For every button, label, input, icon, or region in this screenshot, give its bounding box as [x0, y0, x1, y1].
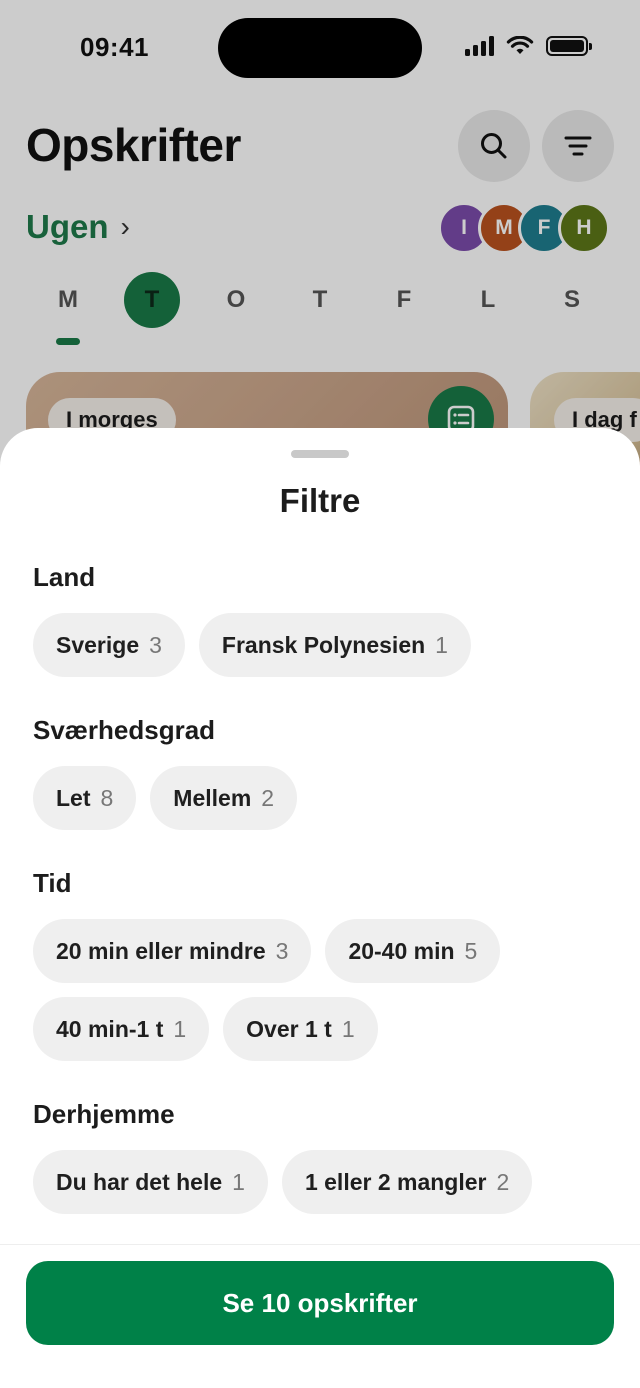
chip-label: Fransk Polynesien — [221, 631, 426, 658]
sheet-title: Filtre — [279, 482, 361, 519]
chip-label: 40 min-1 t — [56, 1015, 164, 1042]
chip-count: 1 — [232, 1168, 245, 1195]
section-title-time: Tid — [33, 868, 72, 898]
chip-label: Over 1 t — [246, 1015, 332, 1042]
section-title-land: Land — [33, 562, 96, 592]
chip-label: Mellem — [173, 784, 252, 811]
sheet-grabber[interactable] — [291, 450, 349, 458]
show-recipes-button[interactable]: Se 10 opskrifter — [26, 1261, 614, 1345]
chip-group-time: 20 min eller mindre 3 20-40 min 5 40 min… — [33, 919, 607, 1061]
filter-chip[interactable]: Over 1 t 1 — [223, 997, 378, 1061]
chip-count: 2 — [261, 784, 275, 811]
chip-count: 2 — [496, 1168, 510, 1195]
chip-label: 1 eller 2 mangler — [304, 1168, 487, 1195]
footer-divider — [0, 1244, 640, 1245]
chip-group-land: Sverige 3 Fransk Polynesien 1 — [33, 613, 607, 677]
chip-count: 3 — [149, 631, 162, 658]
section-title-difficulty: Sværhedsgrad — [33, 715, 216, 745]
filter-chip[interactable]: 20 min eller mindre 3 — [33, 919, 312, 983]
filter-chip[interactable]: Fransk Polynesien 1 — [198, 613, 471, 677]
filter-chip[interactable]: 20-40 min 5 — [325, 919, 501, 983]
chip-label: 20-40 min — [348, 937, 455, 964]
chip-count: 1 — [341, 1015, 355, 1042]
filter-chip[interactable]: 1 eller 2 mangler 2 — [281, 1150, 533, 1214]
chip-count: 3 — [275, 937, 289, 964]
chip-count: 5 — [464, 937, 478, 964]
chip-label: Let — [56, 784, 91, 811]
filter-chip[interactable]: Let 8 — [33, 766, 137, 830]
filter-chip[interactable]: 40 min-1 t 1 — [33, 997, 210, 1061]
chip-label: 20 min eller mindre — [56, 937, 266, 964]
section-title-at-home: Derhjemme — [33, 1099, 175, 1129]
chip-group-at-home: Du har det hele 1 1 eller 2 mangler 2 — [33, 1150, 607, 1214]
filter-chip[interactable]: Du har det hele 1 — [33, 1150, 268, 1214]
chip-count: 8 — [100, 784, 114, 811]
chip-label: Du har det hele — [56, 1168, 223, 1195]
filter-chip[interactable]: Sverige 3 — [33, 613, 185, 677]
chip-count: 1 — [435, 631, 448, 658]
filter-chip[interactable]: Mellem 2 — [150, 766, 298, 830]
chip-count: 1 — [173, 1015, 187, 1042]
chip-label: Sverige — [56, 631, 140, 658]
chip-group-difficulty: Let 8 Mellem 2 — [33, 766, 607, 830]
filter-sheet: Filtre Land Sverige 3 Fransk Polynesien … — [0, 428, 640, 1388]
